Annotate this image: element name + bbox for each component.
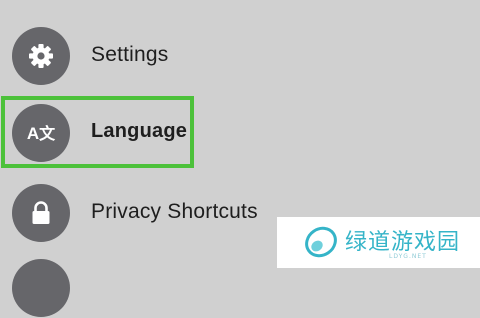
menu-item-label: Settings	[91, 43, 169, 66]
watermark-logo-icon	[305, 226, 337, 258]
lock-icon	[12, 184, 70, 242]
watermark-text: 绿道游戏园	[345, 230, 461, 255]
watermark: 绿道游戏园 LDYG.NET	[277, 217, 480, 268]
highlight-box	[1, 96, 194, 168]
menu-item-settings[interactable]: Settings	[0, 26, 480, 86]
watermark-subtext: LDYG.NET	[389, 253, 427, 260]
menu-item-label: Privacy Shortcuts	[91, 200, 258, 223]
gear-icon	[12, 27, 70, 85]
